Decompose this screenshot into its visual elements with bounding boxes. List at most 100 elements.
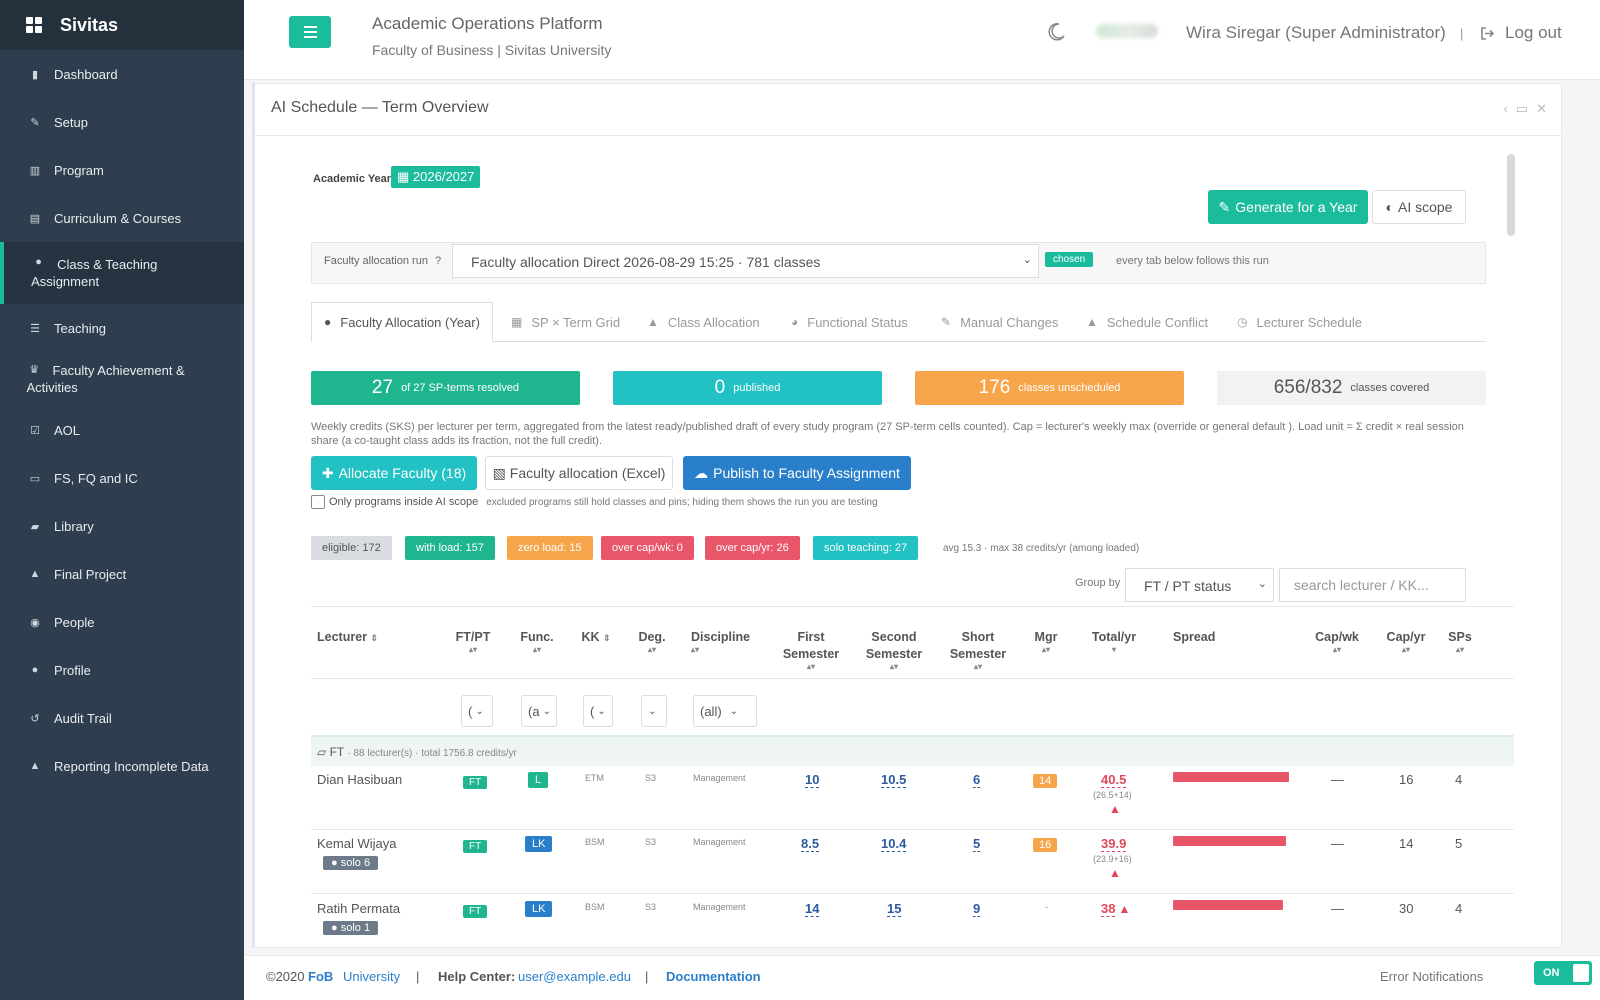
filter-deg[interactable]: ⌄ [641,695,667,727]
academic-year-badge[interactable]: ▦ 2026/2027 [391,166,481,188]
folder-open-icon: ▱ [317,745,327,759]
top-header: Academic Operations Platform Faculty of … [244,0,1600,80]
col-second-semester[interactable]: Second Semester ▴▾ [861,629,927,671]
pill-zero-load[interactable]: zero load: 15 [507,536,593,560]
sidebar-item-library[interactable]: ▰ Library [0,502,244,550]
sidebar-item-profile[interactable]: ● Profile [0,646,244,694]
moon-icon[interactable] [1046,22,1066,42]
pill-over-cap-yr[interactable]: over cap/yr: 26 [705,536,800,560]
col-func[interactable]: Func. ▴▾ [519,629,555,654]
col-lecturer[interactable]: Lecturer ⇕ [317,629,378,647]
only-scope-checkbox[interactable] [311,495,325,509]
ai-scope-button[interactable]: ◐ AI scope [1372,190,1466,224]
maximize-icon[interactable]: ▭ [1516,101,1528,117]
col-deg[interactable]: Deg. ▴▾ [635,629,669,654]
col-discipline[interactable]: Discipline ▴▾ [691,629,750,654]
total-breakdown: (26.5+14) [1093,790,1132,800]
sidebar-item-aol[interactable]: ☑ AOL [0,406,244,454]
tab-manual-changes[interactable]: ✎ Manual Changes [941,302,1058,342]
help-email-link[interactable]: user@example.edu [518,969,631,984]
sidebar-item-curriculum[interactable]: ▤ Curriculum & Courses [0,194,244,242]
excel-export-button[interactable]: ▧ Faculty allocation (Excel) [485,456,673,490]
search-input[interactable]: search lecturer / KK... [1279,568,1466,602]
lecturer-name[interactable]: Kemal Wijaya [317,836,396,851]
pill-with-load[interactable]: with load: 157 [405,536,495,560]
sidebar-item-people[interactable]: ◉ People [0,598,244,646]
tab-class-allocation[interactable]: ▲ Class Allocation [647,302,760,342]
sidebar-item-dashboard[interactable]: ▮ Dashboard [0,50,244,98]
col-first-semester[interactable]: First Semester ▴▾ [779,629,843,671]
col-total-yr[interactable]: Total/yr ▾ [1087,629,1141,654]
help-icon[interactable]: ? [435,255,441,267]
col-kk[interactable]: KK ⇕ [581,629,611,647]
run-select[interactable]: Faculty allocation Direct 2026-08-29 15:… [452,244,1039,278]
degree-value: S3 [645,773,657,783]
generate-year-button[interactable]: ✎ Generate for a Year [1208,190,1368,224]
filter-func[interactable]: (a ⌄ [521,695,557,727]
allocate-faculty-button[interactable]: ✚ Allocate Faculty (18) [311,456,477,490]
lecturer-name[interactable]: Ratih Permata [317,901,400,916]
logout-button[interactable]: Log out [1480,23,1562,43]
cap-yr-value: 16 [1399,772,1414,787]
warning-icon: ▲ [1118,902,1131,916]
error-notifications-toggle[interactable]: ON [1534,961,1592,985]
tab-label: Manual Changes [960,314,1059,330]
brand[interactable]: Sivitas [0,0,244,50]
sidebar-item-reporting[interactable]: ▲ Reporting Incomplete Data [0,742,244,790]
sidebar-item-class-teaching[interactable]: ● Class & Teaching Assignment [0,242,244,304]
filter-ftpt[interactable]: (⌄ [461,695,493,727]
university-link[interactable]: University [343,969,400,984]
wrench-icon: ✎ [30,116,40,129]
vertical-scrollbar[interactable] [1507,154,1515,236]
group-by-select[interactable]: FT / PT status ⌄ [1125,568,1274,602]
avatar[interactable] [1096,24,1158,38]
stat-value: 656/832 [1273,377,1343,398]
tab-faculty-allocation[interactable]: ● Faculty Allocation (Year) [311,302,493,342]
tab-sp-term-grid[interactable]: ▦ SP × Term Grid [511,302,620,342]
col-cap-wk[interactable]: Cap/wk ▴▾ [1311,629,1363,654]
pill-eligible[interactable]: eligible: 172 [311,536,392,560]
sidebar-item-audit-trail[interactable]: ↺ Audit Trail [0,694,244,742]
avg-summary: avg 15.3 · max 38 credits/yr (among load… [943,543,1140,554]
sidebar-item-fs-fq-ic[interactable]: ▭ FS, FQ and IC [0,454,244,502]
mgr-badge: 16 [1033,836,1058,852]
close-icon[interactable]: ✕ [1536,101,1547,117]
ftpt-badge: FT [463,773,488,789]
col-sps[interactable]: SPs ▴▾ [1445,629,1475,654]
filter-discipline[interactable]: (all) ⌄ [693,695,757,727]
col-ftpt[interactable]: FT/PT ▴▾ [455,629,491,654]
panel-title: AI Schedule — Term Overview [271,99,489,116]
publish-button[interactable]: ☁ Publish to Faculty Assignment [683,456,911,490]
first-semester-value: 8.5 [801,836,820,852]
fob-link[interactable]: FoB [308,969,333,984]
mgr-badge: 14 [1033,772,1058,788]
tab-functional-status[interactable]: ◕ Functional Status [791,302,908,342]
tab-schedule-conflict[interactable]: ▲ Schedule Conflict [1086,302,1208,342]
sidebar-item-achievement[interactable]: ♛ Faculty Achievement & Activities [0,352,244,406]
col-mgr[interactable]: Mgr ▴▾ [1031,629,1061,654]
lecturer-name[interactable]: Dian Hasibuan [317,772,402,787]
col-short-semester[interactable]: Short Semester ▴▾ [945,629,1011,671]
sidebar-item-teaching[interactable]: ☰ Teaching [0,304,244,352]
sidebar-item-label: AOL [54,422,81,438]
col-cap-yr[interactable]: Cap/yr ▴▾ [1381,629,1431,654]
tab-lecturer-schedule[interactable]: ◷ Lecturer Schedule [1237,302,1362,342]
bar-chart-icon: ▮ [31,68,39,81]
chevron-down-icon: ⌄ [729,705,739,717]
pill-solo-teaching[interactable]: solo teaching: 27 [813,536,919,560]
second-semester-value: 15 [887,901,902,917]
menu-toggle-button[interactable] [289,16,331,48]
sidebar-item-label: Reporting Incomplete Data [54,758,209,774]
sidebar-item-final-project[interactable]: ▲ Final Project [0,550,244,598]
run-label: Faculty allocation run ? [324,255,442,267]
excel-label: Faculty allocation (Excel) [509,465,666,481]
user-name[interactable]: Wira Siregar (Super Administrator) [1186,23,1446,43]
group-row-ft[interactable]: ▱ FT · 88 lecturer(s) · total 1756.8 cre… [311,735,1514,766]
collapse-icon[interactable]: ‹ [1503,101,1507,117]
sidebar-item-setup[interactable]: ✎ Setup [0,98,244,146]
documentation-link[interactable]: Documentation [666,969,761,984]
sidebar-item-program[interactable]: ▥ Program [0,146,244,194]
sort-icon: ▴▾ [1041,645,1051,654]
filter-kk[interactable]: (⌄ [583,695,613,727]
pill-over-cap-wk[interactable]: over cap/wk: 0 [601,536,694,560]
